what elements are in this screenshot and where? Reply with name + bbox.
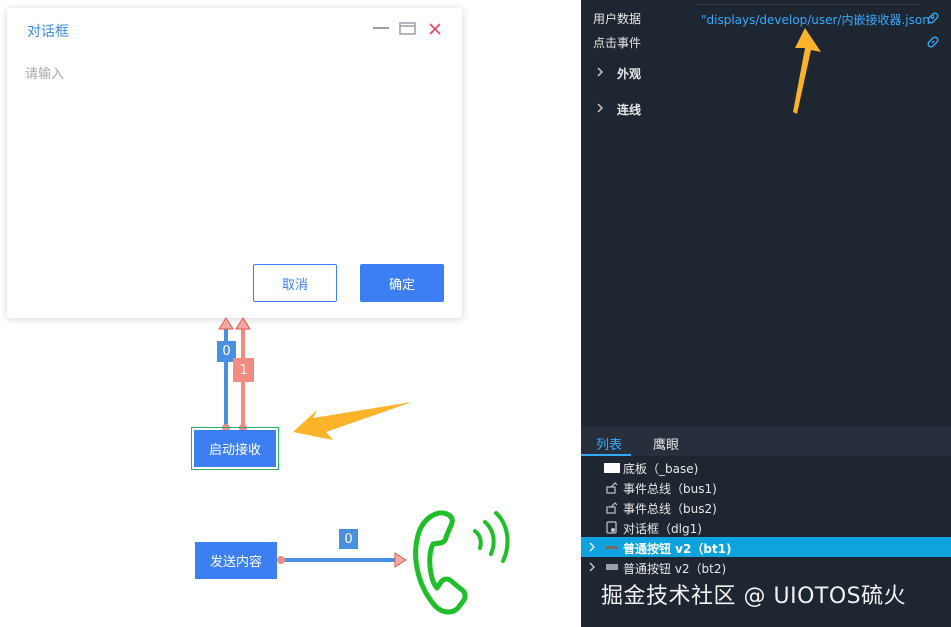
- tree-item-label: 事件总线（bus2): [623, 502, 717, 516]
- tree-item-label: 事件总线（bus1): [623, 482, 717, 496]
- tab-list[interactable]: 列表: [596, 434, 622, 453]
- send-content-button[interactable]: 发送内容: [195, 542, 277, 579]
- section-wiring[interactable]: 连线: [617, 101, 641, 118]
- chevron-right-icon[interactable]: [587, 562, 597, 572]
- start-receive-button[interactable]: 启动接收: [191, 427, 279, 470]
- phone-icon: [413, 510, 510, 615]
- start-receive-label: 启动接收: [194, 430, 276, 467]
- orange-arrow-left: [293, 402, 412, 440]
- button-icon: [606, 546, 618, 549]
- tree-item[interactable]: 底板（_base): [581, 457, 951, 477]
- tree-item-label: 底板（_base): [623, 462, 699, 476]
- orange-arrow-up: [793, 28, 821, 114]
- wire-port-send: [277, 556, 285, 564]
- tab-eagle-eye[interactable]: 鹰眼: [653, 434, 679, 453]
- watermark-text: 掘金技术社区 @ UIOTOS硫火: [601, 584, 907, 609]
- chevron-right-icon[interactable]: [595, 103, 605, 113]
- tree-item-label: 普通按钮 v2（bt1): [623, 542, 732, 556]
- button-icon: [606, 564, 618, 570]
- panel-tab-bar: [581, 426, 951, 456]
- wire-label-zero-bottom: 0: [339, 529, 358, 549]
- tree-item[interactable]: 对话框（dlg1): [581, 517, 951, 537]
- tree-item-label: 对话框（dlg1): [623, 522, 702, 536]
- section-appearance[interactable]: 外观: [617, 65, 641, 82]
- bus-icon: [606, 482, 618, 494]
- wire-arrowhead-red: [235, 317, 251, 330]
- wire-arrowhead-send: [394, 552, 407, 568]
- wire-arrowhead-blue: [218, 317, 234, 330]
- chevron-right-icon[interactable]: [595, 67, 605, 77]
- tree-item[interactable]: 事件总线（bus1): [581, 477, 951, 497]
- link-icon[interactable]: [926, 35, 940, 49]
- panel-icon: [604, 463, 620, 473]
- tree-item[interactable]: 普通按钮 v2（bt2): [581, 557, 951, 577]
- dialog-icon: [606, 521, 617, 534]
- tree-item-selected[interactable]: 普通按钮 v2（bt1): [581, 537, 951, 557]
- tree-item[interactable]: 事件总线（bus2): [581, 497, 951, 517]
- click-event-label: 点击事件: [593, 36, 642, 50]
- chevron-right-icon[interactable]: [587, 542, 597, 552]
- wiring-layer: [218, 317, 510, 615]
- tree-item-label: 普通按钮 v2（bt2): [623, 562, 727, 576]
- value-field-border: [695, 0, 921, 5]
- bus-icon: [606, 502, 618, 514]
- wire-label-one: 1: [233, 358, 254, 382]
- properties-panel: 用户数据 "displays/develop/user/内嵌接收器.json" …: [581, 0, 951, 627]
- link-icon[interactable]: [926, 11, 940, 25]
- user-data-label: 用户数据: [593, 12, 642, 26]
- tab-list-underline: [581, 454, 631, 456]
